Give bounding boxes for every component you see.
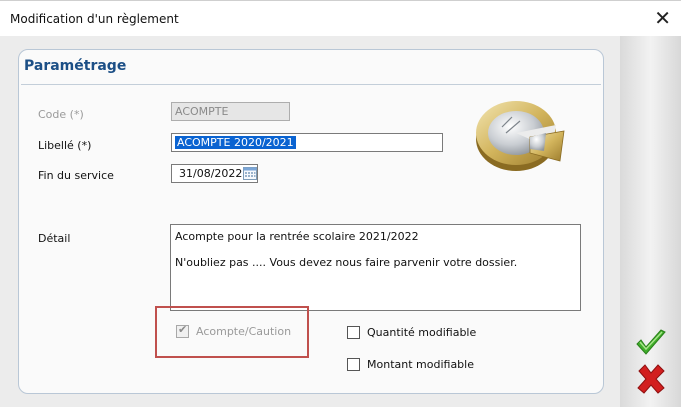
title-bar: Modification d'un règlement ✕ — [0, 0, 681, 36]
fin-service-label: Fin du service — [38, 169, 114, 182]
libelle-label: Libellé (*) — [38, 139, 92, 152]
detail-textarea[interactable]: Acompte pour la rentrée scolaire 2021/20… — [170, 224, 581, 311]
cancel-x-icon[interactable] — [634, 362, 668, 396]
panel-divider — [21, 84, 601, 85]
fin-service-value: 31/08/2022 — [179, 167, 243, 180]
ok-check-icon[interactable] — [634, 327, 668, 359]
window-title: Modification d'un règlement — [10, 12, 179, 26]
quantite-modifiable-checkbox[interactable] — [347, 326, 360, 339]
checkmark-icon: ✔ — [178, 323, 188, 336]
montant-modifiable-checkbox[interactable] — [347, 358, 360, 371]
quantite-modifiable-label: Quantité modifiable — [367, 326, 477, 339]
detail-line-1: Acompte pour la rentrée scolaire 2021/20… — [175, 230, 419, 243]
euro-coin-icon — [476, 101, 565, 171]
close-icon[interactable]: ✕ — [654, 7, 671, 29]
calendar-icon[interactable] — [243, 166, 257, 180]
code-label: Code (*) — [38, 108, 84, 121]
code-field: ACOMPTE — [171, 102, 290, 121]
libelle-field[interactable]: ACOMPTE 2020/2021 — [171, 133, 443, 152]
libelle-value: ACOMPTE 2020/2021 — [175, 136, 296, 149]
code-value: ACOMPTE — [175, 105, 229, 118]
detail-line-2: N'oubliez pas .... Vous devez nous faire… — [175, 256, 518, 269]
acompte-caution-checkbox: ✔ — [176, 323, 189, 338]
panel-title: Paramétrage — [24, 58, 127, 74]
montant-modifiable-label: Montant modifiable — [367, 358, 474, 371]
detail-label: Détail — [38, 232, 71, 245]
acompte-caution-label: Acompte/Caution — [196, 325, 292, 338]
